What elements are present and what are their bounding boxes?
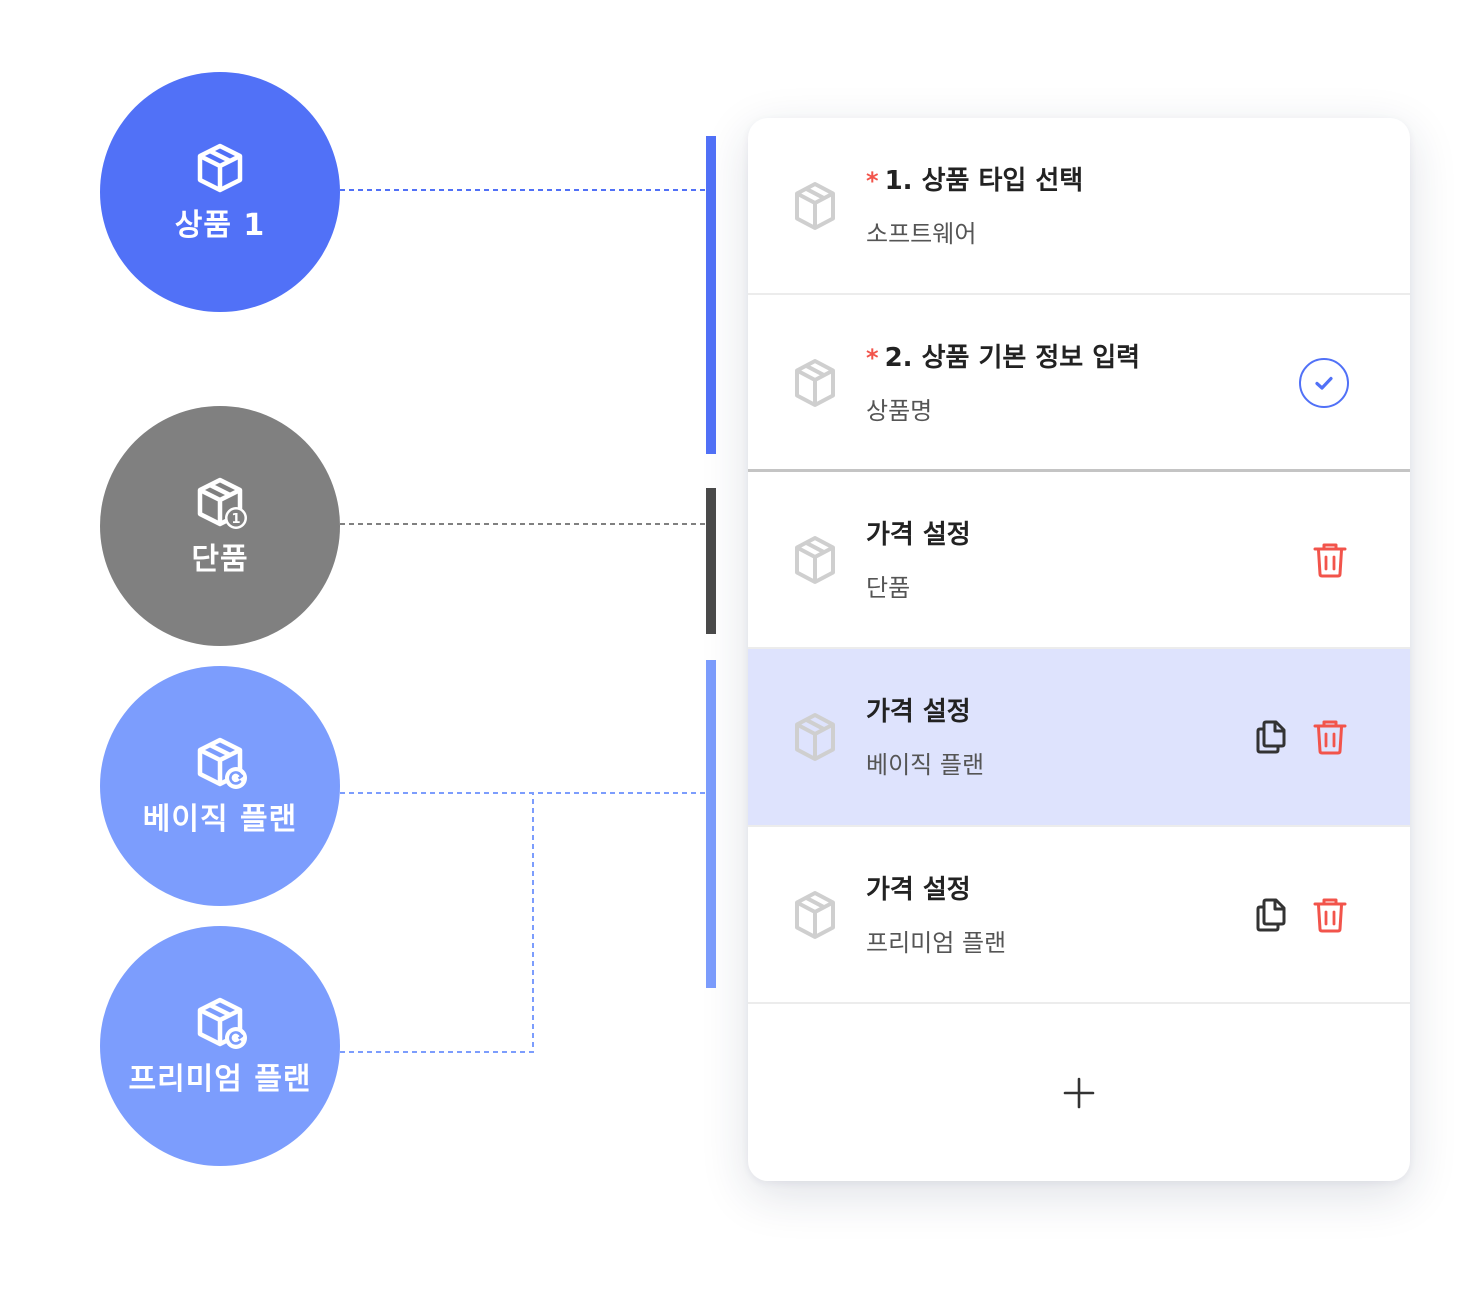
- list-item[interactable]: * 2. 상품 기본 정보 입력 상품명: [748, 295, 1410, 472]
- row-subtitle: 상품명: [866, 397, 933, 425]
- row-subtitle: 소프트웨어: [866, 220, 977, 248]
- list-item[interactable]: * 1. 상품 타입 선택 소프트웨어: [748, 118, 1410, 295]
- delete-button[interactable]: [1306, 891, 1354, 939]
- box-icon: [795, 359, 835, 407]
- product-structure-diagram: 상품 1 1 단품 베이직 플랜 프리미엄 플랜 * 1. 상품 타입 선택 소…: [0, 0, 1468, 1300]
- node-label: 단품: [191, 542, 249, 577]
- trash-icon: [1313, 720, 1347, 755]
- copy-button[interactable]: [1248, 891, 1296, 939]
- group-bar-single: [706, 488, 716, 634]
- row-subtitle: 베이직 플랜: [866, 751, 985, 779]
- row-title: * 1. 상품 타입 선택: [866, 164, 1083, 198]
- copy-icon: [1256, 720, 1286, 754]
- row-title: 가격 설정: [866, 520, 971, 550]
- node-label: 상품 1: [174, 208, 266, 243]
- complete-check-button[interactable]: [1298, 357, 1350, 409]
- node-basic-plan: 베이직 플랜: [100, 666, 340, 906]
- box-icon: [197, 143, 243, 193]
- product-settings-panel: *1. 상품 타입 선택 소프트웨어 *2. 상품 기본 정보 입력 상품명: [748, 118, 1410, 1181]
- group-bar-product: [706, 136, 716, 454]
- row-title: * 2. 상품 기본 정보 입력: [866, 341, 1140, 375]
- list-item[interactable]: 가격 설정 베이직 플랜: [748, 649, 1410, 827]
- row-title: 가격 설정: [866, 875, 971, 905]
- add-item-button[interactable]: [748, 1004, 1410, 1181]
- box-refresh-icon: [197, 997, 247, 1049]
- box-icon: [795, 891, 835, 939]
- node-product: 상품 1: [100, 72, 340, 312]
- single-badge-number: 1: [231, 512, 240, 527]
- plus-icon: [1063, 1077, 1095, 1108]
- row-title: 가격 설정: [866, 697, 971, 727]
- required-mark: *: [866, 344, 879, 372]
- node-premium-plan: 프리미엄 플랜: [100, 926, 340, 1166]
- delete-button[interactable]: [1306, 536, 1354, 584]
- box-icon: [795, 536, 835, 584]
- box-single-icon: 1: [197, 477, 247, 529]
- node-label: 베이직 플랜: [142, 802, 298, 837]
- trash-icon: [1313, 543, 1347, 578]
- group-bar-plans: [706, 660, 716, 988]
- node-label: 프리미엄 플랜: [128, 1062, 312, 1097]
- list-item[interactable]: 가격 설정 프리미엄 플랜: [748, 827, 1410, 1004]
- delete-button[interactable]: [1306, 713, 1354, 761]
- row-subtitle: 단품: [866, 574, 911, 602]
- box-refresh-icon: [197, 737, 247, 789]
- required-mark: *: [866, 167, 879, 195]
- box-icon: [795, 182, 835, 230]
- check-circle-icon: [1299, 358, 1349, 408]
- row-title-text: 1. 상품 타입 선택: [884, 166, 1084, 196]
- list-item[interactable]: 가격 설정 단품: [748, 472, 1410, 649]
- box-icon: [795, 713, 835, 761]
- trash-icon: [1313, 898, 1347, 933]
- row-title-text: 2. 상품 기본 정보 입력: [884, 343, 1141, 373]
- node-single: 1 단품: [100, 406, 340, 646]
- copy-icon: [1256, 898, 1286, 932]
- copy-button[interactable]: [1248, 713, 1296, 761]
- connector-premium: [340, 793, 534, 1053]
- row-subtitle: 프리미엄 플랜: [866, 929, 1007, 957]
